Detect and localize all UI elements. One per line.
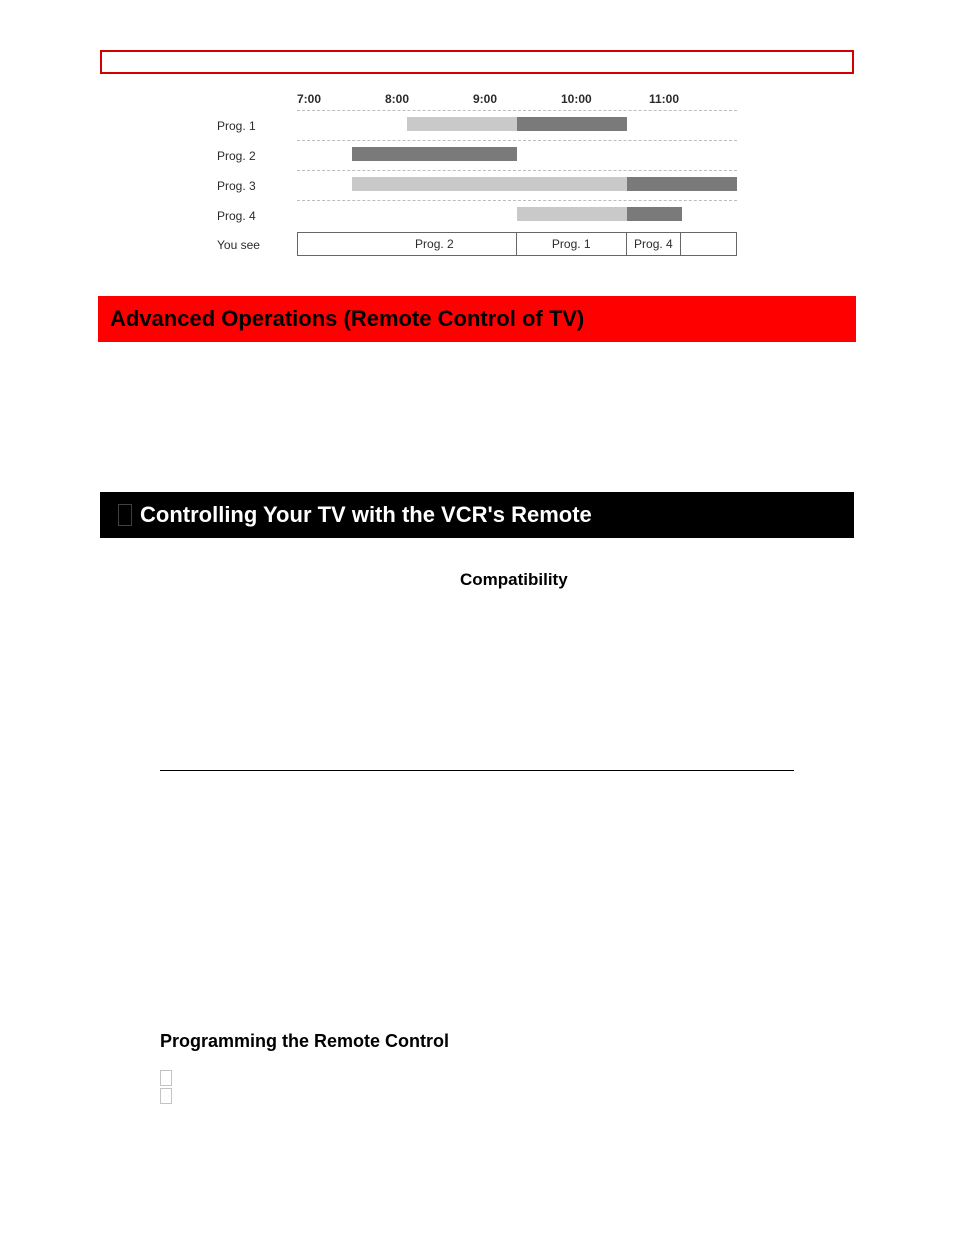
programming-heading: Programming the Remote Control [160, 1031, 854, 1052]
you-see-label: You see [217, 232, 297, 256]
bullet-item [160, 1086, 854, 1104]
time-tick: 8:00 [385, 92, 473, 106]
schedule-row-label: Prog. 2 [217, 149, 297, 163]
compatibility-heading: Compatibility [460, 570, 854, 590]
schedule-bar [407, 117, 517, 131]
schedule-row-label: Prog. 4 [217, 209, 297, 223]
time-tick: 7:00 [297, 92, 385, 106]
document-page: 7:00 8:00 9:00 10:00 11:00 Prog. 1Prog. … [0, 0, 954, 1235]
you-see-pad [681, 233, 736, 255]
schedule-bar [517, 207, 627, 221]
schedule-row: Prog. 1 [217, 110, 737, 140]
schedule-timeline: 7:00 8:00 9:00 10:00 11:00 [217, 92, 737, 106]
bullet-icon [160, 1070, 172, 1086]
section-heading-black: Controlling Your TV with the VCR's Remot… [100, 492, 854, 538]
divider-rule [160, 770, 794, 771]
you-see-cell: Prog. 2 [353, 233, 517, 255]
schedule-track [297, 140, 737, 171]
schedule-bar [627, 177, 737, 191]
time-tick: 9:00 [473, 92, 561, 106]
schedule-bar [517, 117, 627, 131]
schedule-chart: 7:00 8:00 9:00 10:00 11:00 Prog. 1Prog. … [217, 92, 737, 256]
bullet-icon [160, 1088, 172, 1104]
you-see-pad [298, 233, 353, 255]
you-see-cell: Prog. 4 [627, 233, 682, 255]
schedule-row: Prog. 4 [217, 200, 737, 230]
bullet-list [160, 1068, 854, 1104]
time-tick: 10:00 [561, 92, 649, 106]
schedule-row: Prog. 2 [217, 140, 737, 170]
section-heading-black-text: Controlling Your TV with the VCR's Remot… [140, 502, 592, 527]
schedule-track [297, 110, 737, 141]
you-see-track: Prog. 2Prog. 1Prog. 4 [297, 232, 737, 256]
schedule-row-label: Prog. 1 [217, 119, 297, 133]
schedule-bar [352, 147, 517, 161]
bullet-item [160, 1068, 854, 1086]
schedule-track [297, 170, 737, 201]
schedule-bar [352, 177, 627, 191]
you-see-row: You see Prog. 2Prog. 1Prog. 4 [217, 232, 737, 256]
you-see-cell: Prog. 1 [517, 233, 627, 255]
schedule-track [297, 200, 737, 231]
section-heading-red: Advanced Operations (Remote Control of T… [98, 296, 856, 342]
top-rule-box [100, 50, 854, 74]
schedule-row: Prog. 3 [217, 170, 737, 200]
bullet-marker-icon [118, 504, 132, 526]
time-tick: 11:00 [649, 92, 737, 106]
schedule-row-label: Prog. 3 [217, 179, 297, 193]
schedule-bar [627, 207, 682, 221]
